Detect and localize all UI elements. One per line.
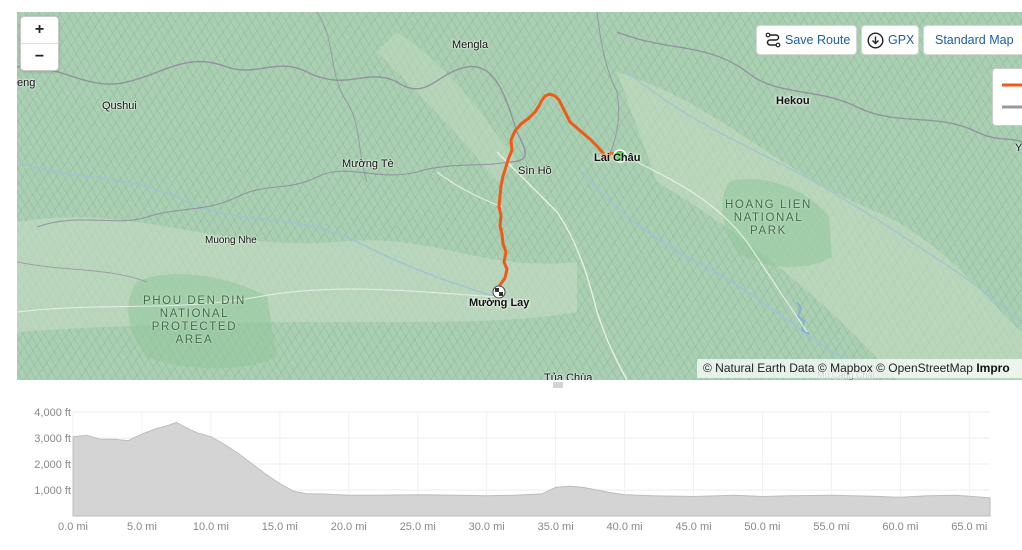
panel-resize-handle[interactable] (553, 381, 563, 390)
elevation-y-tick-label: 1,000 ft (34, 485, 71, 497)
map-label-hekou: Hekou (776, 95, 810, 107)
map-label-left-edge: eng (17, 77, 36, 89)
map-label-right-edge: Y (1015, 142, 1022, 154)
park-label-line: PROTECTED (151, 321, 238, 333)
route-map[interactable]: Mengla Qushui Hekou Mường Tè Sìn Hồ Lai … (17, 12, 1022, 380)
download-icon (867, 31, 884, 49)
park-label-line: HOANG LIEN (725, 199, 812, 211)
park-label-phou-den-din: PHOU DEN DIN NATIONAL PROTECTED AREA (143, 295, 246, 347)
zoom-out-button[interactable]: − (21, 43, 58, 70)
elevation-x-tick-label: 15.0 mi (262, 521, 298, 533)
elevation-y-tick-label: 4,000 ft (34, 407, 71, 419)
park-label-line: NATIONAL (733, 212, 804, 224)
standard-map-label: Standard Map (935, 33, 1014, 47)
elevation-x-tick-label: 40.0 mi (607, 521, 643, 533)
zoom-controls: + − (20, 16, 59, 71)
elevation-chart[interactable]: 4,000 ft 3,000 ft 2,000 ft 1,000 ft 0.0 mi 5… (0, 396, 1022, 550)
elevation-x-tick-label: 0.0 mi (58, 521, 88, 533)
gpx-label: GPX (888, 33, 915, 47)
elevation-x-tick-label: 65.0 mi (951, 521, 987, 533)
elevation-y-tick-label: 3,000 ft (34, 433, 71, 445)
park-label-line: PHOU DEN DIN (143, 295, 246, 307)
elevation-x-tick-label: 60.0 mi (882, 521, 918, 533)
map-label-mengla: Mengla (452, 39, 489, 51)
gpx-download-button[interactable]: GPX (861, 25, 919, 55)
elevation-x-tick-label: 25.0 mi (400, 521, 436, 533)
elevation-x-tick-label: 5.0 mi (127, 521, 157, 533)
elevation-y-tick-label: 2,000 ft (34, 459, 71, 471)
elevation-x-tick-label: 45.0 mi (675, 521, 711, 533)
attribution-text: © Natural Earth Data © Mapbox © OpenStre… (703, 361, 973, 375)
save-route-label: Save Route (785, 33, 851, 47)
elevation-x-tick-label: 35.0 mi (538, 521, 574, 533)
park-label-hoang-lien: HOANG LIEN NATIONAL PARK (725, 199, 812, 238)
map-label-qushui: Qushui (102, 100, 137, 112)
elevation-x-tick-label: 30.0 mi (469, 521, 505, 533)
map-label-muong-te: Mường Tè (342, 158, 394, 170)
elevation-x-tick-label: 55.0 mi (813, 521, 849, 533)
elevation-profile-area (72, 421, 991, 517)
park-label-line: AREA (175, 334, 214, 346)
map-attribution: © Natural Earth Data © Mapbox © OpenStre… (697, 359, 1022, 378)
map-label-tua-chua: Tủa Chùa (544, 372, 593, 380)
zoom-in-button[interactable]: + (21, 17, 58, 43)
map-label-muong-lay: Mường Lay (469, 297, 530, 309)
map-label-sin-ho: Sìn Hồ (518, 165, 552, 177)
route-icon (765, 32, 781, 48)
improve-map-link[interactable]: Impro (976, 361, 1009, 375)
save-route-button[interactable]: Save Route (756, 25, 857, 55)
elevation-x-tick-label: 10.0 mi (193, 521, 229, 533)
map-label-muong-nhe: Muong Nhe (205, 235, 257, 246)
elevation-x-tick-label: 50.0 mi (744, 521, 780, 533)
standard-map-button[interactable]: Standard Map (923, 25, 1022, 55)
map-layer-legend[interactable] (992, 68, 1022, 126)
elevation-x-tick-label: 20.0 mi (331, 521, 367, 533)
map-label-lai-chau: Lai Châu (594, 152, 641, 164)
park-label-line: NATIONAL (159, 308, 230, 320)
park-label-line: PARK (750, 225, 787, 237)
